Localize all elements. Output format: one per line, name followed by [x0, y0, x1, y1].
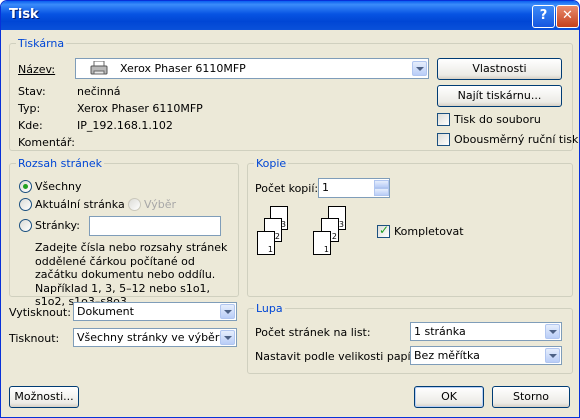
- page-range-group-title: Rozsah stránek: [16, 157, 105, 170]
- find-printer-button[interactable]: Najít tiskárnu...: [437, 85, 562, 107]
- help-button[interactable]: ?: [532, 5, 555, 28]
- range-current-label[interactable]: Aktuální stránka: [35, 198, 125, 211]
- range-all-radio[interactable]: [19, 180, 32, 193]
- printer-select-value: Xerox Phaser 6110MFP: [120, 62, 246, 75]
- type-value: Xerox Phaser 6110MFP: [77, 102, 203, 115]
- chevron-down-icon[interactable]: [545, 348, 560, 363]
- manual-duplex-label[interactable]: Obousměrný ruční tisk: [454, 133, 578, 146]
- range-help-text: Zadejte čísla nebo rozsahy stránek odděl…: [35, 241, 228, 308]
- page-icon: 1: [313, 231, 331, 255]
- chevron-down-icon[interactable]: [220, 330, 235, 345]
- printer-group-title: Tiskárna: [16, 37, 67, 50]
- where-value: IP_192.168.1.102: [77, 119, 173, 132]
- copies-count-value: 1: [322, 181, 329, 194]
- collate-label[interactable]: Kompletovat: [394, 225, 464, 238]
- copies-group-title: Kopie: [254, 157, 289, 170]
- printer-icon: [90, 60, 108, 76]
- scale-select[interactable]: Bez měřítka: [410, 346, 562, 365]
- properties-button[interactable]: Vlastnosti: [437, 58, 562, 80]
- print-what-label: Vytisknout:: [9, 306, 71, 319]
- status-value: nečinná: [77, 85, 121, 98]
- pages-per-sheet-select[interactable]: 1 stránka: [410, 322, 562, 341]
- range-selection-radio: [128, 198, 141, 211]
- collate-checkbox[interactable]: [377, 223, 390, 238]
- print-dialog: Tisk ? ✕ Tiskárna Název: Xerox Phaser 61…: [0, 0, 580, 418]
- print-pages-label: Tisknout:: [9, 332, 60, 345]
- copies-count-label: Počet kopií:: [255, 182, 319, 195]
- print-to-file-label[interactable]: Tisk do souboru: [454, 113, 541, 126]
- cancel-button[interactable]: Storno: [492, 386, 570, 408]
- window-title: Tisk: [9, 7, 39, 22]
- title-bar: Tisk ? ✕: [1, 1, 579, 30]
- print-to-file-checkbox[interactable]: [437, 113, 450, 126]
- print-pages-value: Všechny stránky ve výběru: [77, 331, 227, 344]
- scale-label: Nastavit podle velikosti papíru:: [255, 350, 426, 363]
- pages-input[interactable]: [89, 216, 221, 236]
- range-pages-label[interactable]: Stránky:: [35, 219, 80, 232]
- print-pages-select[interactable]: Všechny stránky ve výběru: [73, 328, 237, 347]
- pages-per-sheet-label: Počet stránek na list:: [255, 326, 371, 339]
- pages-per-sheet-value: 1 stránka: [414, 325, 466, 338]
- where-label: Kde:: [18, 119, 43, 132]
- range-all-label[interactable]: Všechny: [35, 180, 82, 193]
- copies-count-input[interactable]: 1: [318, 178, 390, 198]
- options-button[interactable]: Možnosti...: [9, 386, 79, 408]
- chevron-down-icon[interactable]: [545, 324, 560, 339]
- type-label: Typ:: [18, 102, 41, 115]
- range-selection-label: Výběr: [144, 198, 177, 211]
- zoom-group-title: Lupa: [254, 302, 285, 315]
- spin-up-icon[interactable]: [374, 180, 389, 188]
- manual-duplex-checkbox[interactable]: [437, 133, 450, 146]
- close-button[interactable]: ✕: [556, 5, 579, 28]
- ok-button[interactable]: OK: [414, 386, 484, 408]
- status-label: Stav:: [18, 85, 46, 98]
- print-what-select[interactable]: Dokument: [73, 302, 237, 321]
- scale-value: Bez měřítka: [414, 349, 480, 362]
- chevron-down-icon[interactable]: [220, 304, 235, 319]
- range-pages-radio[interactable]: [19, 219, 32, 232]
- print-what-value: Dokument: [77, 305, 134, 318]
- comment-label: Komentář:: [18, 136, 75, 149]
- chevron-down-icon[interactable]: [412, 61, 427, 76]
- range-current-radio[interactable]: [19, 198, 32, 211]
- spin-down-icon[interactable]: [374, 188, 389, 196]
- printer-select[interactable]: Xerox Phaser 6110MFP: [75, 58, 429, 79]
- page-icon: 1: [257, 231, 275, 255]
- printer-name-label: Název:: [18, 63, 56, 76]
